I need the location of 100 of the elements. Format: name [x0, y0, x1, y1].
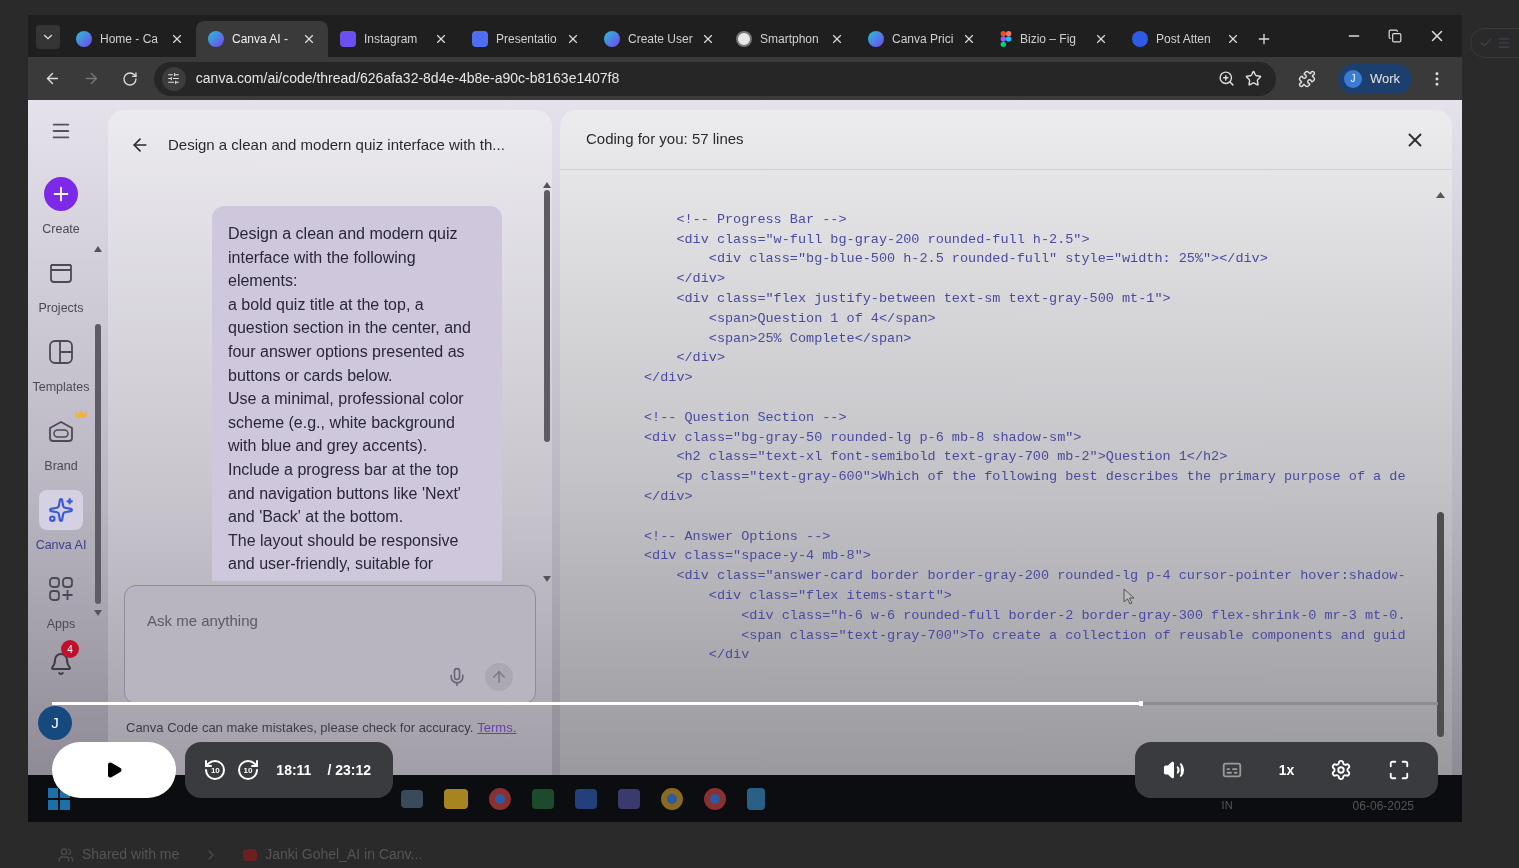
notifications-bell-icon[interactable] [49, 652, 73, 676]
tab-title: Instagram [364, 31, 419, 48]
bookmark-star-icon[interactable] [1245, 70, 1262, 87]
notification-count-badge: 4 [61, 640, 79, 658]
site-info-icon[interactable] [167, 72, 181, 85]
people-icon [58, 846, 74, 863]
close-tab-icon[interactable] [830, 32, 844, 46]
scroll-down-arrow-icon[interactable] [543, 576, 551, 582]
disclaimer-text: Canva Code can make mistakes, please check for accuracy. [126, 719, 474, 737]
thread-title: Design a clean and modern quiz interface with th... [168, 134, 505, 155]
sidebar-label: Brand [44, 458, 78, 475]
scroll-down-arrow-icon[interactable] [94, 610, 102, 616]
microphone-icon[interactable] [447, 667, 467, 687]
sparkles-icon [48, 497, 74, 523]
browser-tab[interactable]: Canva AI - [196, 21, 328, 57]
profile-avatar: J [1343, 69, 1362, 88]
duration: / 23:12 [327, 760, 371, 780]
close-tab-icon[interactable] [302, 32, 316, 46]
code-line: <span>Question 1 of 4</span> [707, 310, 936, 327]
tab-title: Smartphon [760, 31, 820, 48]
sidebar-label: Canva AI [35, 537, 87, 554]
code-line: <div class="flex justify-between text-sm text-gray-500 mt-1"> [675, 291, 1171, 307]
code-line: <div class="bg-gray-50 rounded-lg p-6 mb-8 shadow-sm"> [644, 429, 1082, 446]
scroll-up-arrow-icon[interactable] [1435, 192, 1445, 198]
check-icon [1479, 36, 1493, 50]
browser-tab[interactable]: Create User [592, 21, 724, 57]
user-avatar[interactable]: J [38, 706, 72, 740]
code-line: <div class="h-6 w-6 rounded-full border-2 border-gray-300 flex-shrink-0 mr-3 mt-0. [740, 607, 1406, 624]
close-tab-icon[interactable] [170, 32, 184, 46]
scroll-up-arrow-icon[interactable] [543, 182, 551, 188]
mouse-cursor-icon [1123, 588, 1135, 605]
sidebar-item[interactable]: Projects [30, 251, 92, 330]
browser-tab[interactable]: Home - Ca [64, 21, 196, 57]
tab-title: Canva Prici [892, 31, 954, 48]
code-line: <h2 class="text-xl font-semibold text-gray-700 mb-2">Question 1</h2> [675, 449, 1228, 466]
taskbar-date: 06-06-2025 [1352, 797, 1414, 815]
tab-title: Home - Ca [100, 31, 159, 48]
scrollbar-thumb[interactable] [544, 190, 550, 442]
code-line: </div> [644, 370, 693, 387]
figma-favicon-icon [1000, 31, 1012, 47]
progress-handle[interactable] [1138, 701, 1143, 706]
code-line: </div> [675, 350, 725, 367]
play-icon [105, 761, 123, 779]
speed-button[interactable]: 1x [1278, 759, 1295, 781]
tab-list-button[interactable] [36, 25, 60, 49]
sidebar-item[interactable]: Templates [30, 330, 92, 409]
sidebar-item[interactable]: Create [30, 172, 92, 251]
close-tab-icon[interactable] [1094, 32, 1108, 46]
close-tab-icon[interactable] [434, 32, 448, 46]
play-button[interactable] [52, 742, 176, 798]
restore-icon[interactable] [1388, 29, 1402, 43]
close-tab-icon[interactable] [566, 32, 580, 46]
code-line: <!-- Answer Options --> [644, 528, 831, 545]
code-line: <div class="bg-blue-500 h-2.5 rounded-full" style="width: 25%"></div> [707, 251, 1268, 268]
skip-forward-button[interactable]: 10 [239, 757, 257, 783]
sidebar-label: Apps [46, 616, 76, 633]
code-line: </div> [675, 271, 725, 288]
address-bar[interactable]: canva.com/ai/code/thread/626afa32-8d4e-4b8e-a90c-b8163e1407f8 [153, 61, 1276, 96]
url-text: canva.com/ai/code/thread/626afa32-8d4e-4b8e-a90c-b8163e1407f8 [195, 69, 620, 88]
tab-title: Presentatio [496, 31, 558, 48]
tab-title: Post Atten [1156, 31, 1212, 48]
close-tab-icon[interactable] [1226, 32, 1240, 46]
sidebar-item[interactable]: Canva AI [30, 488, 92, 567]
code-line: <div class="w-full bg-gray-200 rounded-full h-2.5"> [675, 231, 1090, 248]
close-tab-icon[interactable] [962, 32, 976, 46]
back-icon[interactable] [44, 70, 61, 87]
input-placeholder: Ask me anything [147, 611, 259, 631]
browser-tab[interactable]: Presentatio [460, 21, 592, 57]
sidebar-label: Create [42, 221, 80, 238]
progress-track[interactable] [52, 702, 1438, 705]
scrollbar-thumb[interactable] [1436, 512, 1444, 737]
browser-tab[interactable]: Post Atten [1120, 21, 1252, 57]
sidebar-label: Templates [32, 379, 90, 396]
code-line: <div class="space-y-4 mb-8"> [644, 548, 871, 565]
tab-title: Bizio – Fig [1020, 31, 1078, 48]
code-line: <!-- Question Section --> [644, 409, 847, 426]
sidebar-item[interactable]: Brand [30, 409, 92, 488]
browser-tab[interactable]: Canva Prici [856, 21, 988, 57]
new-tab-icon[interactable] [1256, 31, 1272, 47]
code-line: <span>25% Complete</span> [707, 330, 912, 347]
prompt-text: Design a clean and modern quiz interface with the following elements: a bold quiz title at the top, a question section in the center, and four answer options presented as buttons or cards below. Use a minimal, professional color scheme (e.g., white background with blue and grey accents). Include a progress bar at the top and navigation buttons like 'Next' and 'Back' at the bottom. The layout should be responsive and user-friendly, suitable for [228, 224, 472, 575]
crown-icon [75, 410, 87, 419]
scroll-up-arrow-icon[interactable] [94, 246, 102, 252]
extensions-icon[interactable] [1298, 69, 1316, 88]
settings-icon[interactable] [1330, 759, 1353, 781]
profile-button[interactable]: J Work [1337, 63, 1413, 94]
skip-back-button[interactable]: 10 [207, 757, 224, 783]
browser-tab[interactable]: Smartphon [724, 21, 856, 57]
browser-tab[interactable]: Bizio – Fig [988, 21, 1120, 57]
reload-icon[interactable] [121, 70, 138, 87]
language-indicator: IN [1221, 798, 1233, 814]
code-line: <!-- Progress Bar --> [675, 211, 847, 228]
browser-tab[interactable]: Instagram [328, 21, 460, 57]
scrollbar-thumb[interactable] [95, 324, 101, 604]
volume-icon[interactable] [1163, 759, 1185, 781]
zoom-icon[interactable] [1218, 70, 1235, 87]
code-line: <p class="text-gray-600">Which of the following best describes the primary purpose of a de [675, 469, 1406, 486]
fullscreen-icon[interactable] [1387, 759, 1410, 781]
plus-icon [44, 177, 78, 211]
code-line: </div> [644, 488, 693, 505]
